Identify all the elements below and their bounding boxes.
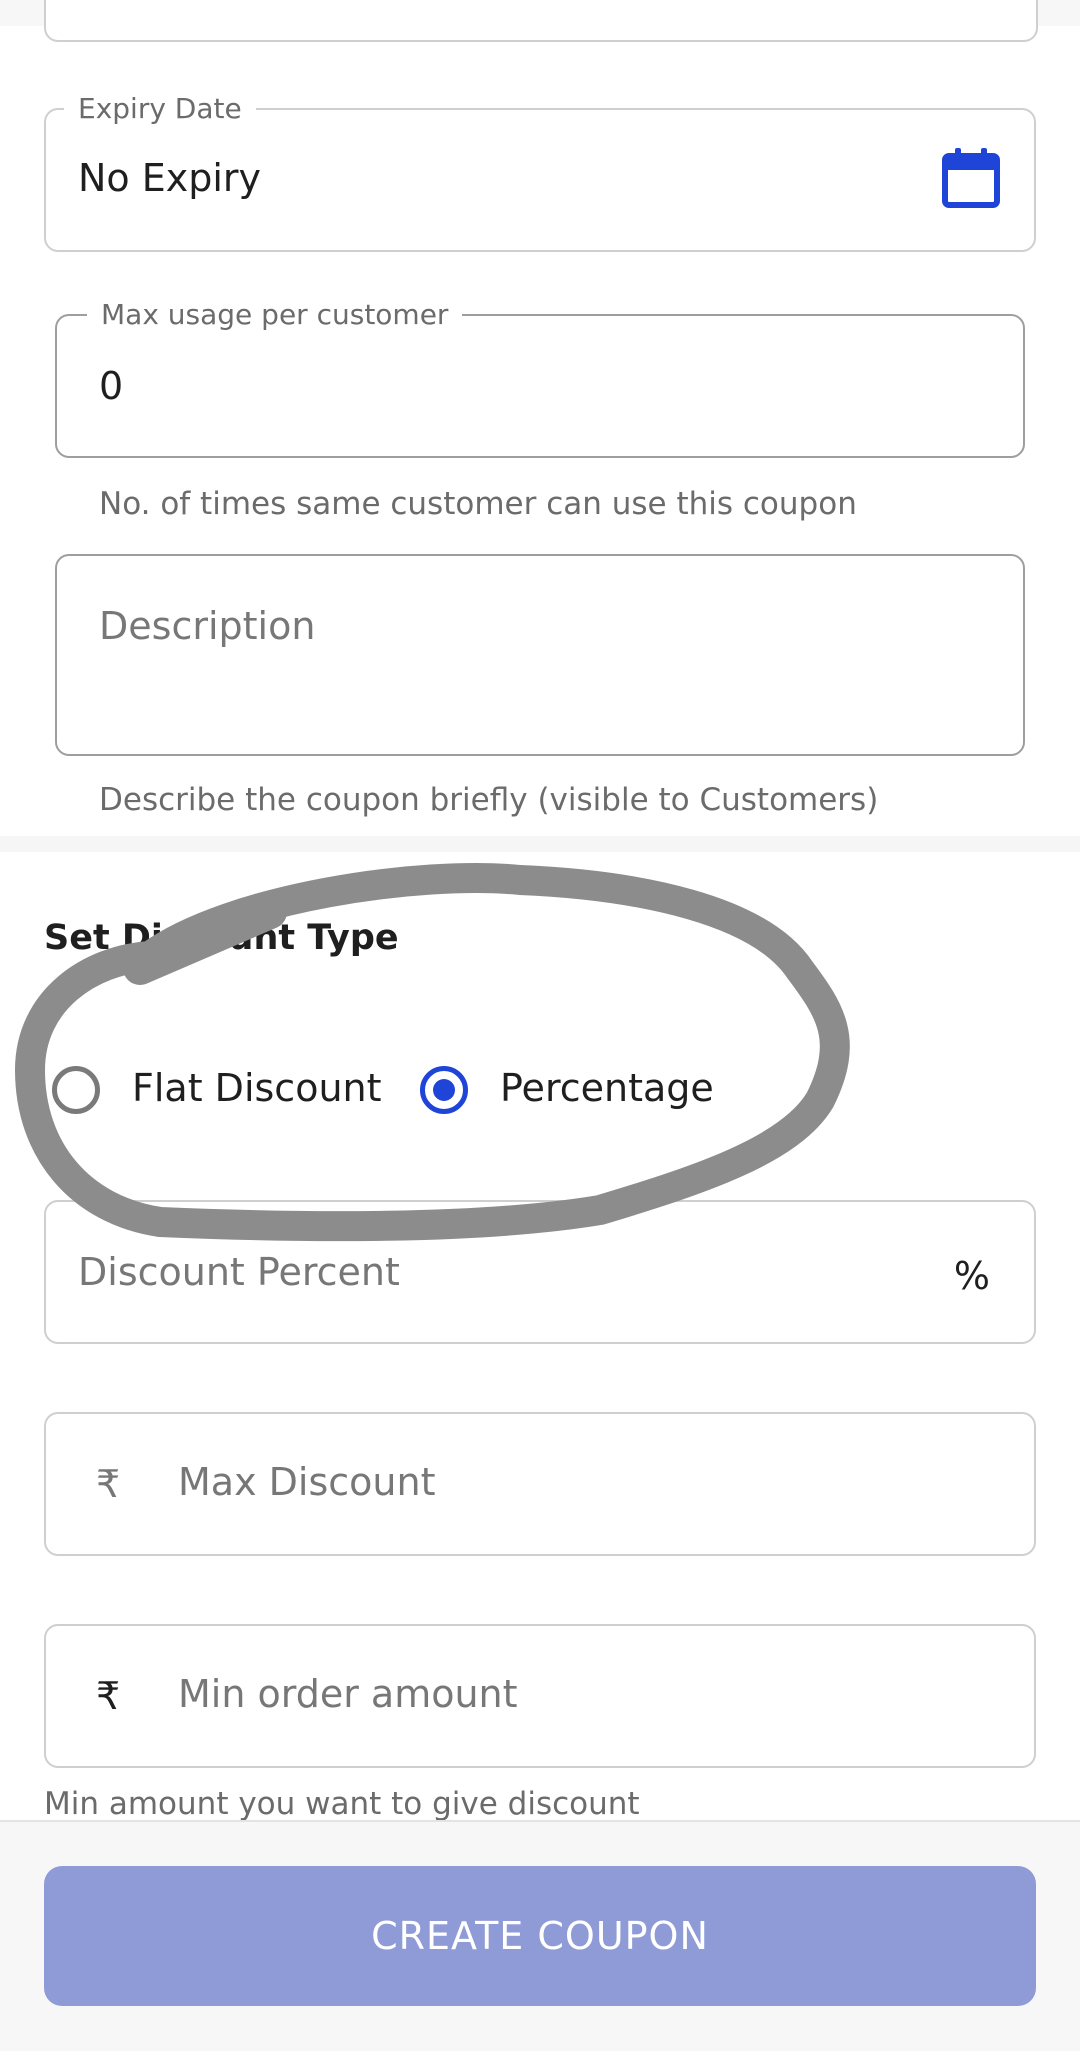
discount-percent-field[interactable]: Discount Percent %	[44, 1200, 1036, 1344]
discount-type-title: Set Discount Type	[44, 918, 399, 958]
section-divider	[0, 836, 1080, 852]
expiry-date-label: Expiry Date	[64, 92, 256, 125]
min-order-placeholder: Min order amount	[178, 1672, 518, 1716]
expiry-date-value: No Expiry	[78, 156, 262, 200]
radio-percentage-label[interactable]: Percentage	[500, 1066, 714, 1110]
percent-suffix: %	[953, 1254, 990, 1298]
radio-percentage[interactable]	[420, 1066, 468, 1114]
description-placeholder: Description	[99, 604, 316, 648]
rupee-prefix: ₹	[96, 1674, 121, 1718]
description-helper: Describe the coupon briefly (visible to …	[99, 782, 879, 818]
radio-flat-label[interactable]: Flat Discount	[132, 1066, 382, 1110]
expiry-date-field[interactable]: Expiry Date No Expiry	[44, 92, 1036, 252]
description-field[interactable]: Description	[55, 554, 1025, 756]
radio-flat[interactable]	[52, 1066, 100, 1114]
max-discount-placeholder: Max Discount	[178, 1460, 436, 1504]
max-usage-label: Max usage per customer	[87, 298, 463, 331]
max-usage-field[interactable]: Max usage per customer 0	[55, 298, 1025, 458]
rupee-prefix: ₹	[96, 1462, 121, 1506]
previous-field[interactable]	[44, 0, 1038, 42]
discount-percent-placeholder: Discount Percent	[78, 1250, 400, 1294]
max-usage-helper: No. of times same customer can use this …	[99, 486, 857, 522]
calendar-icon[interactable]	[942, 148, 1000, 208]
create-coupon-button[interactable]: CREATE COUPON	[44, 1866, 1036, 2006]
min-order-field[interactable]: ₹ Min order amount	[44, 1624, 1036, 1768]
max-discount-field[interactable]: ₹ Max Discount	[44, 1412, 1036, 1556]
max-usage-value: 0	[99, 364, 124, 408]
min-order-helper: Min amount you want to give discount	[44, 1786, 640, 1822]
